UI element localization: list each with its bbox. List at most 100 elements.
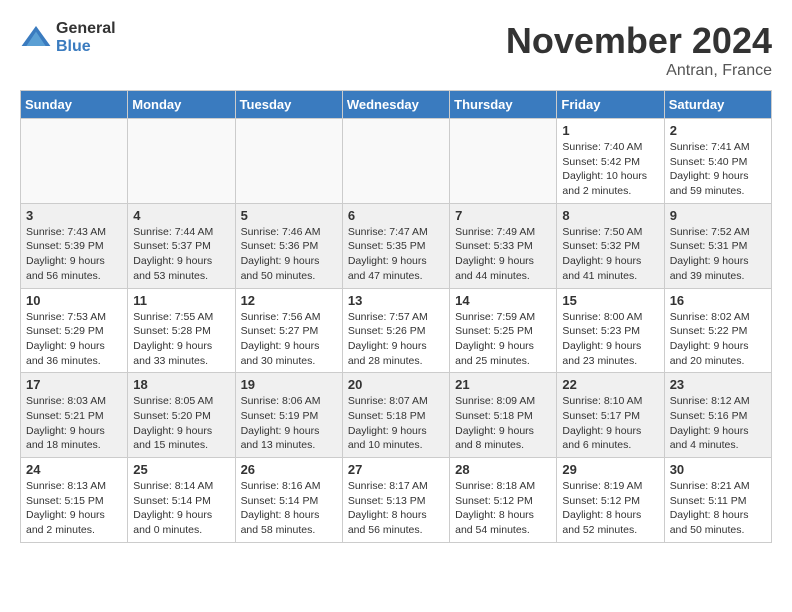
calendar-cell: 26Sunrise: 8:16 AMSunset: 5:14 PMDayligh… — [235, 458, 342, 543]
cell-content: Sunset: 5:18 PM — [348, 409, 444, 424]
cell-content: Sunrise: 8:10 AM — [562, 394, 658, 409]
calendar-cell — [21, 119, 128, 204]
cell-content: Sunrise: 8:13 AM — [26, 479, 122, 494]
cell-content: Sunset: 5:29 PM — [26, 324, 122, 339]
cell-content: Sunset: 5:31 PM — [670, 239, 766, 254]
cell-content: Daylight: 9 hours and 47 minutes. — [348, 254, 444, 283]
day-number: 15 — [562, 293, 658, 308]
calendar-cell — [235, 119, 342, 204]
cell-content: Sunrise: 7:49 AM — [455, 225, 551, 240]
cell-content: Daylight: 9 hours and 18 minutes. — [26, 424, 122, 453]
calendar-cell: 27Sunrise: 8:17 AMSunset: 5:13 PMDayligh… — [342, 458, 449, 543]
day-number: 20 — [348, 377, 444, 392]
cell-content: Daylight: 8 hours and 52 minutes. — [562, 508, 658, 537]
calendar-cell: 7Sunrise: 7:49 AMSunset: 5:33 PMDaylight… — [450, 203, 557, 288]
day-number: 24 — [26, 462, 122, 477]
cell-content: Daylight: 9 hours and 30 minutes. — [241, 339, 337, 368]
cell-content: Sunset: 5:33 PM — [455, 239, 551, 254]
day-number: 21 — [455, 377, 551, 392]
day-number: 30 — [670, 462, 766, 477]
cell-content: Sunset: 5:18 PM — [455, 409, 551, 424]
day-number: 28 — [455, 462, 551, 477]
cell-content: Sunrise: 8:14 AM — [133, 479, 229, 494]
calendar-header-row: SundayMondayTuesdayWednesdayThursdayFrid… — [21, 91, 772, 119]
cell-content: Sunset: 5:11 PM — [670, 494, 766, 509]
calendar-cell: 19Sunrise: 8:06 AMSunset: 5:19 PMDayligh… — [235, 373, 342, 458]
cell-content: Sunset: 5:40 PM — [670, 155, 766, 170]
calendar-cell: 3Sunrise: 7:43 AMSunset: 5:39 PMDaylight… — [21, 203, 128, 288]
cell-content: Daylight: 9 hours and 41 minutes. — [562, 254, 658, 283]
calendar-cell — [128, 119, 235, 204]
calendar-cell: 25Sunrise: 8:14 AMSunset: 5:14 PMDayligh… — [128, 458, 235, 543]
cell-content: Sunrise: 7:53 AM — [26, 310, 122, 325]
calendar-cell: 15Sunrise: 8:00 AMSunset: 5:23 PMDayligh… — [557, 288, 664, 373]
cell-content: Daylight: 9 hours and 39 minutes. — [670, 254, 766, 283]
calendar-cell: 16Sunrise: 8:02 AMSunset: 5:22 PMDayligh… — [664, 288, 771, 373]
cell-content: Sunrise: 8:17 AM — [348, 479, 444, 494]
cell-content: Sunrise: 7:59 AM — [455, 310, 551, 325]
cell-content: Daylight: 8 hours and 56 minutes. — [348, 508, 444, 537]
calendar-week-1: 1Sunrise: 7:40 AMSunset: 5:42 PMDaylight… — [21, 119, 772, 204]
cell-content: Sunset: 5:28 PM — [133, 324, 229, 339]
day-number: 3 — [26, 208, 122, 223]
cell-content: Sunrise: 7:50 AM — [562, 225, 658, 240]
day-number: 1 — [562, 123, 658, 138]
cell-content: Sunrise: 7:55 AM — [133, 310, 229, 325]
logo-text: General Blue — [56, 20, 116, 55]
cell-content: Daylight: 9 hours and 36 minutes. — [26, 339, 122, 368]
day-number: 25 — [133, 462, 229, 477]
cell-content: Sunrise: 8:07 AM — [348, 394, 444, 409]
cell-content: Sunset: 5:14 PM — [241, 494, 337, 509]
cell-content: Sunset: 5:23 PM — [562, 324, 658, 339]
cell-content: Sunset: 5:12 PM — [562, 494, 658, 509]
day-header-wednesday: Wednesday — [342, 91, 449, 119]
calendar-week-3: 10Sunrise: 7:53 AMSunset: 5:29 PMDayligh… — [21, 288, 772, 373]
calendar-cell — [342, 119, 449, 204]
cell-content: Daylight: 9 hours and 6 minutes. — [562, 424, 658, 453]
cell-content: Sunset: 5:36 PM — [241, 239, 337, 254]
title-block: November 2024 Antran, France — [506, 20, 772, 80]
calendar-week-5: 24Sunrise: 8:13 AMSunset: 5:15 PMDayligh… — [21, 458, 772, 543]
cell-content: Sunrise: 7:56 AM — [241, 310, 337, 325]
logo: General Blue — [20, 20, 116, 55]
day-header-saturday: Saturday — [664, 91, 771, 119]
day-number: 23 — [670, 377, 766, 392]
cell-content: Daylight: 9 hours and 8 minutes. — [455, 424, 551, 453]
day-number: 8 — [562, 208, 658, 223]
calendar-cell: 6Sunrise: 7:47 AMSunset: 5:35 PMDaylight… — [342, 203, 449, 288]
cell-content: Sunset: 5:42 PM — [562, 155, 658, 170]
day-header-thursday: Thursday — [450, 91, 557, 119]
day-number: 13 — [348, 293, 444, 308]
day-number: 17 — [26, 377, 122, 392]
cell-content: Daylight: 9 hours and 23 minutes. — [562, 339, 658, 368]
cell-content: Sunset: 5:27 PM — [241, 324, 337, 339]
calendar-cell: 17Sunrise: 8:03 AMSunset: 5:21 PMDayligh… — [21, 373, 128, 458]
day-header-sunday: Sunday — [21, 91, 128, 119]
calendar-week-4: 17Sunrise: 8:03 AMSunset: 5:21 PMDayligh… — [21, 373, 772, 458]
calendar-cell: 14Sunrise: 7:59 AMSunset: 5:25 PMDayligh… — [450, 288, 557, 373]
cell-content: Daylight: 9 hours and 28 minutes. — [348, 339, 444, 368]
cell-content: Sunrise: 8:12 AM — [670, 394, 766, 409]
cell-content: Sunrise: 8:05 AM — [133, 394, 229, 409]
month-title: November 2024 — [506, 20, 772, 62]
cell-content: Sunrise: 7:44 AM — [133, 225, 229, 240]
cell-content: Sunset: 5:15 PM — [26, 494, 122, 509]
day-header-friday: Friday — [557, 91, 664, 119]
day-number: 10 — [26, 293, 122, 308]
cell-content: Sunset: 5:19 PM — [241, 409, 337, 424]
day-number: 27 — [348, 462, 444, 477]
cell-content: Daylight: 9 hours and 2 minutes. — [26, 508, 122, 537]
day-number: 26 — [241, 462, 337, 477]
cell-content: Sunset: 5:39 PM — [26, 239, 122, 254]
day-header-monday: Monday — [128, 91, 235, 119]
calendar-cell: 9Sunrise: 7:52 AMSunset: 5:31 PMDaylight… — [664, 203, 771, 288]
cell-content: Sunrise: 7:52 AM — [670, 225, 766, 240]
calendar-cell: 24 Sunrise: 8:13 AMSunset: 5:15 PMDayligh… — [21, 458, 128, 543]
calendar-cell: 29Sunrise: 8:19 AMSunset: 5:12 PMDayligh… — [557, 458, 664, 543]
cell-content: Daylight: 9 hours and 33 minutes. — [133, 339, 229, 368]
day-number: 19 — [241, 377, 337, 392]
calendar-cell: 11Sunrise: 7:55 AMSunset: 5:28 PMDayligh… — [128, 288, 235, 373]
day-number: 18 — [133, 377, 229, 392]
calendar-cell: 4Sunrise: 7:44 AMSunset: 5:37 PMDaylight… — [128, 203, 235, 288]
day-number: 6 — [348, 208, 444, 223]
